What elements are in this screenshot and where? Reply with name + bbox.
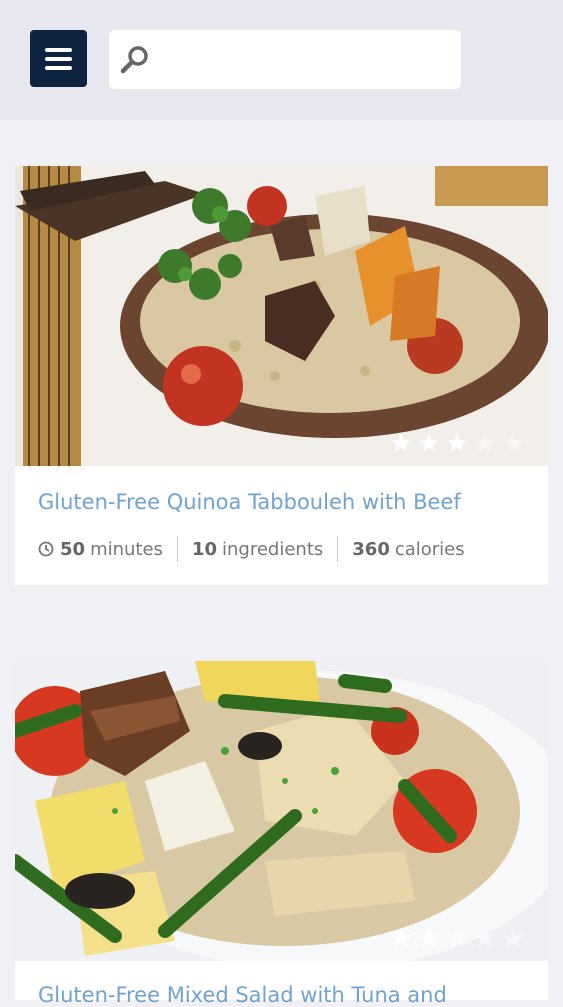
top-bar — [0, 0, 563, 120]
recipe-meta: 50 minutes 10 ingredients 360 calories — [38, 536, 465, 562]
hamburger-menu-icon-bar — [45, 56, 72, 61]
ingredients-unit: ingredients — [222, 538, 324, 560]
recipe-card[interactable]: Gluten-Free Mixed Salad with Tuna and — [15, 661, 548, 1007]
calories-unit: calories — [394, 538, 465, 560]
recipe-title[interactable]: Gluten-Free Mixed Salad with Tuna and — [38, 983, 447, 1007]
hamburger-menu-icon — [45, 47, 72, 52]
recipe-title[interactable]: Gluten-Free Quinoa Tabbouleh with Beef — [38, 490, 461, 514]
clock-icon — [38, 541, 54, 557]
rating-stars — [390, 927, 524, 949]
time-value: 50 — [60, 538, 86, 560]
recipe-photo[interactable] — [15, 166, 548, 466]
star-icon — [502, 432, 524, 453]
time-unit: minutes — [90, 538, 163, 560]
star-icon — [390, 432, 412, 453]
search-box — [109, 30, 461, 91]
star-icon — [446, 927, 468, 948]
recipe-photo[interactable] — [15, 661, 548, 961]
divider — [337, 536, 339, 562]
divider — [176, 536, 178, 562]
star-icon — [446, 432, 468, 453]
star-icon — [418, 927, 440, 948]
search-input[interactable] — [159, 30, 453, 91]
star-icon — [418, 432, 440, 453]
star-icon — [474, 432, 496, 453]
rating-stars — [390, 432, 524, 454]
hamburger-menu-icon-bar — [45, 65, 72, 70]
ingredients-value: 10 — [191, 538, 217, 560]
calories-value: 360 — [352, 538, 390, 560]
menu-button[interactable] — [30, 30, 87, 87]
star-icon — [474, 927, 496, 948]
search-icon[interactable] — [119, 44, 151, 76]
star-icon — [502, 927, 524, 948]
recipe-card[interactable]: Gluten-Free Quinoa Tabbouleh with Beef 5… — [15, 166, 548, 585]
star-icon — [390, 927, 412, 948]
